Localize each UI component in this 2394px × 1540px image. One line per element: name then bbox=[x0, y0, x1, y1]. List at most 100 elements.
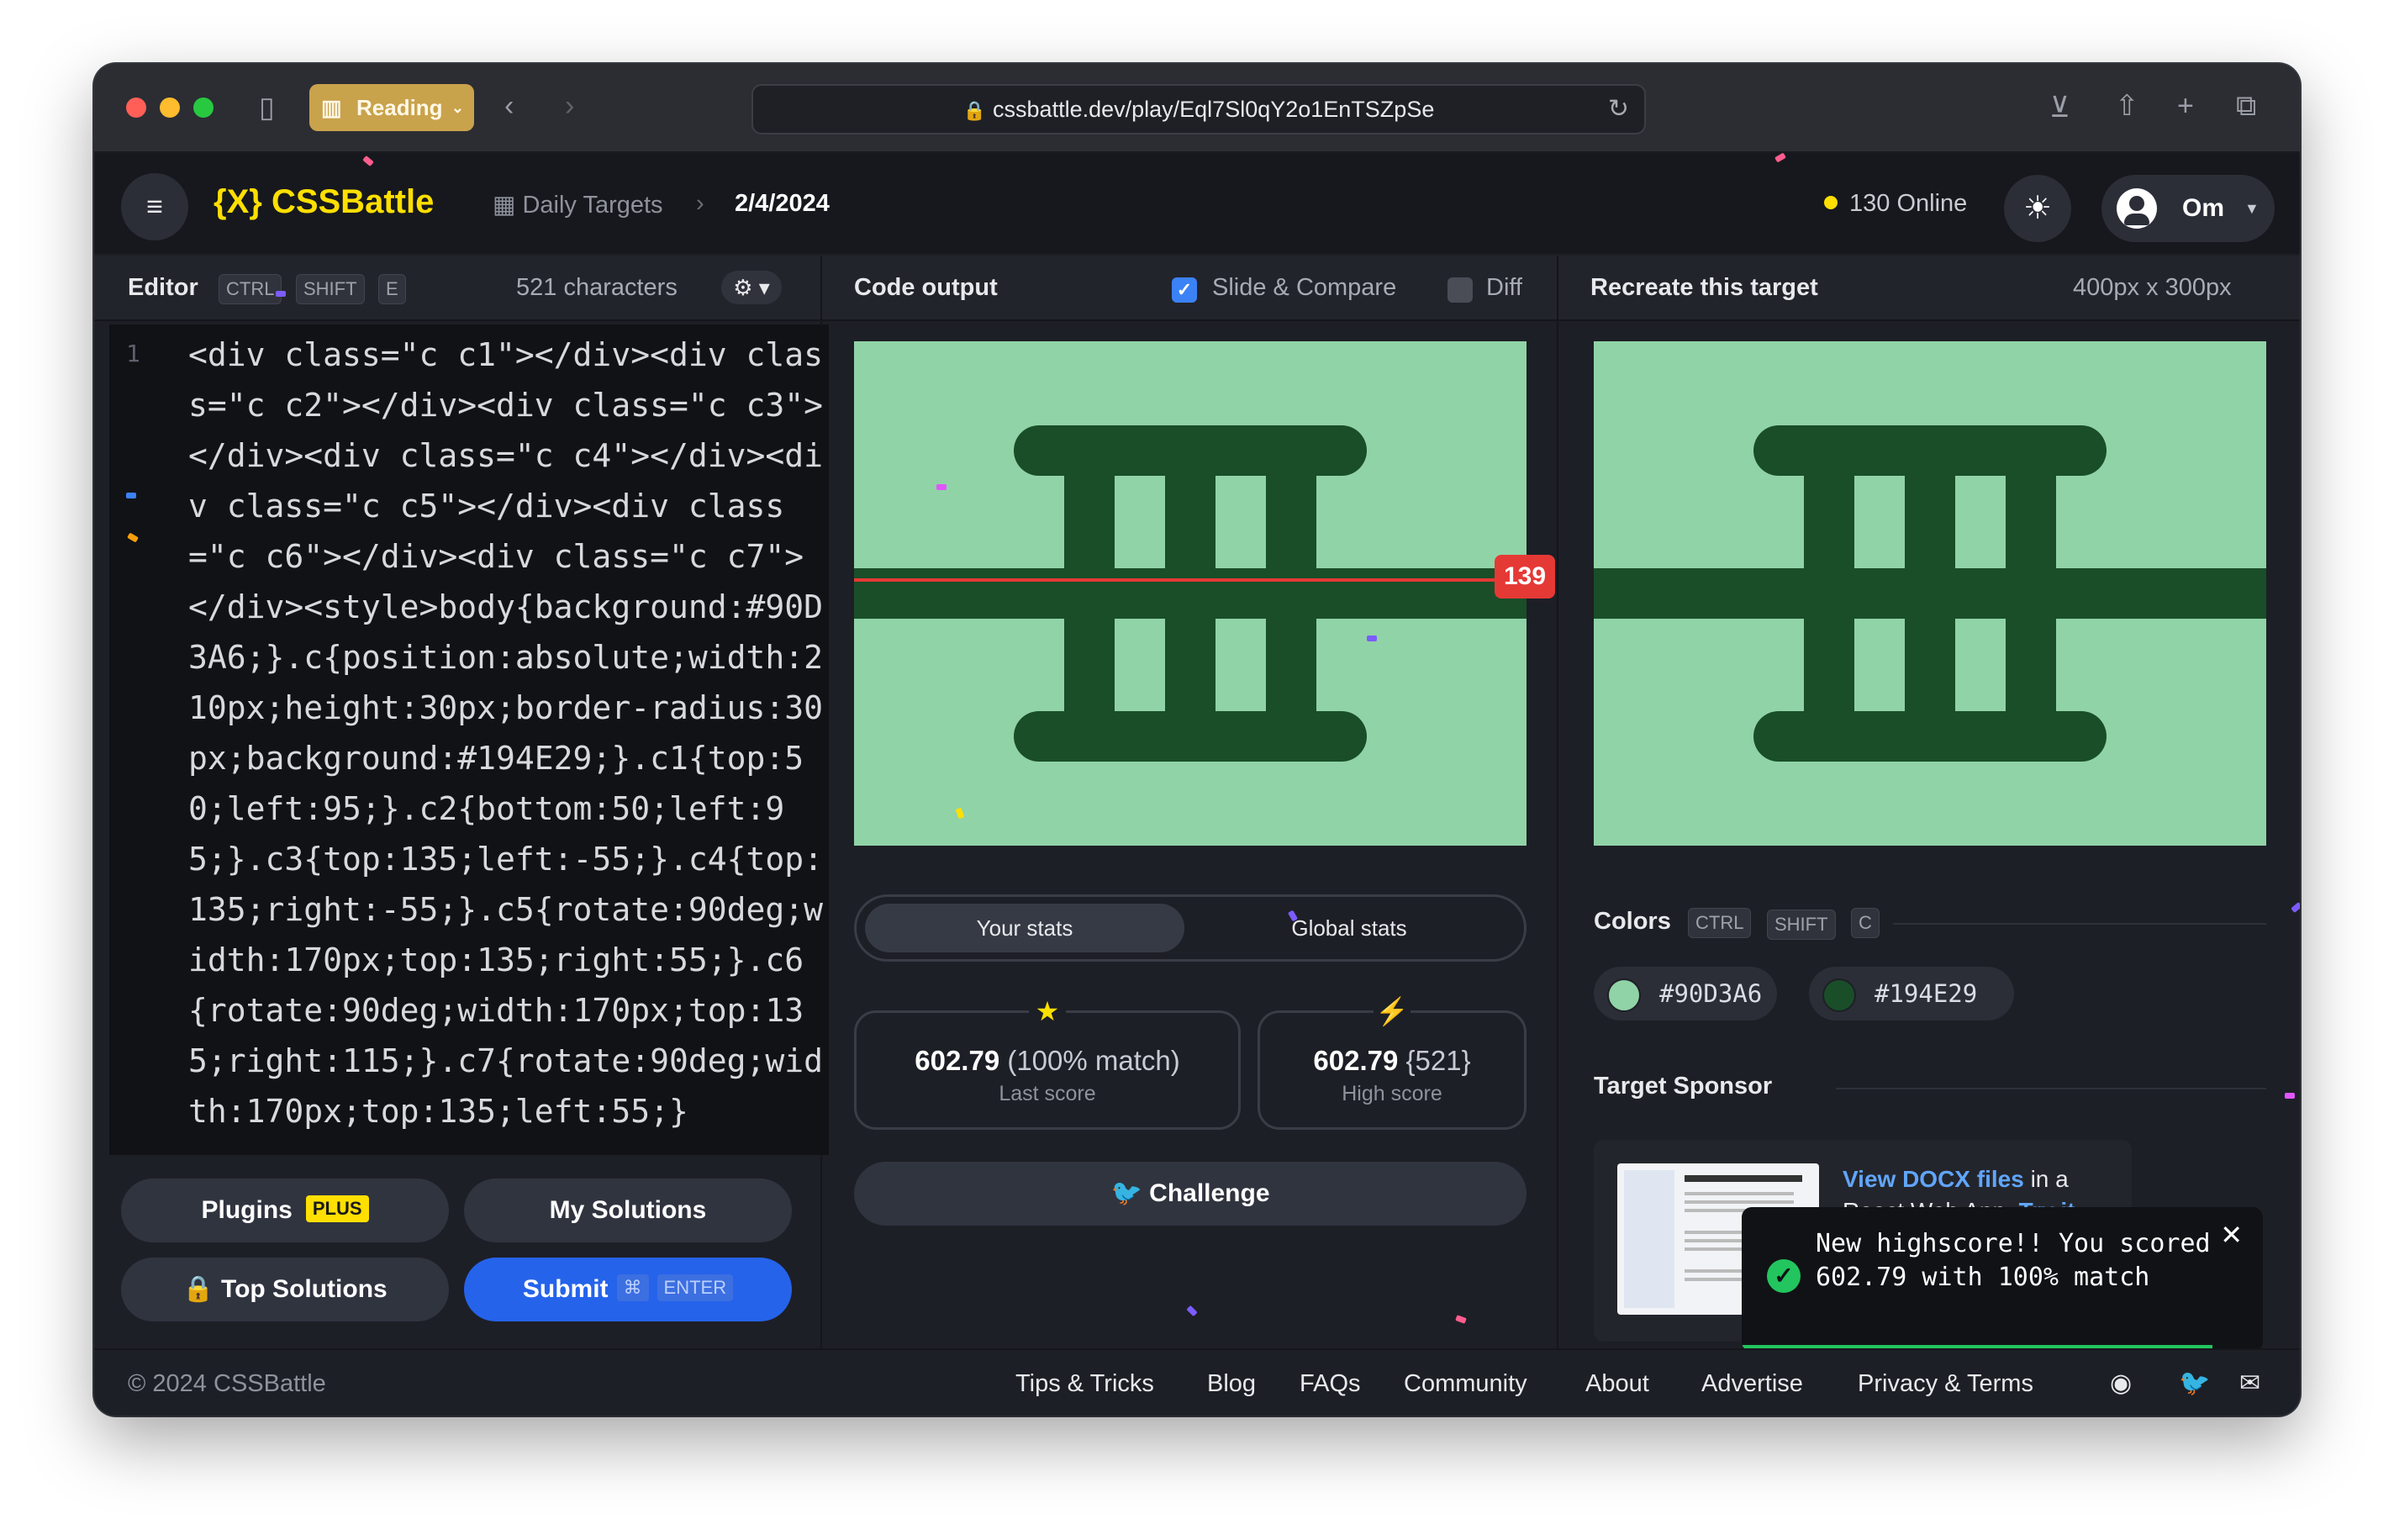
discord-icon[interactable]: ◉ bbox=[2110, 1369, 2132, 1398]
highscore-toast: ✓ New highscore!! You scored 602.79 with… bbox=[1742, 1207, 2263, 1352]
breadcrumb-daily-label: Daily Targets bbox=[522, 192, 663, 219]
code-output-canvas[interactable] bbox=[854, 341, 1527, 846]
submit-button[interactable]: Submit ⌘ ENTER bbox=[464, 1258, 792, 1321]
command-key: ⌘ bbox=[616, 1274, 649, 1301]
thumbnail-heading bbox=[1685, 1175, 1802, 1182]
sponsor-link[interactable]: View DOCX files bbox=[1843, 1166, 2024, 1192]
reload-icon[interactable]: ↻ bbox=[1608, 86, 1629, 133]
slide-compare-checkbox[interactable]: ✓ bbox=[1172, 277, 1197, 303]
challenge-label: Challenge bbox=[1149, 1179, 1270, 1207]
new-tab-icon[interactable]: + bbox=[2177, 89, 2194, 123]
caret-down-icon: ▼ bbox=[2244, 200, 2260, 217]
reading-list-button[interactable]: ▥ Reading ⌄ bbox=[309, 84, 474, 131]
divider bbox=[1893, 923, 2266, 925]
high-score-label: High score bbox=[1342, 1082, 1442, 1105]
plugins-label: Plugins bbox=[201, 1196, 293, 1224]
browser-window: ▯ ▥ Reading ⌄ ‹ › 🔒 cssbattle.dev/play/Eq… bbox=[94, 64, 2300, 1416]
mail-icon[interactable]: ✉ bbox=[2239, 1369, 2260, 1398]
footer-link-privacy[interactable]: Privacy & Terms bbox=[1858, 1370, 2033, 1398]
close-window-button[interactable] bbox=[126, 98, 146, 118]
center-pillar bbox=[1165, 467, 1215, 720]
footer-link-blog[interactable]: Blog bbox=[1207, 1370, 1256, 1398]
footer-link-faqs[interactable]: FAQs bbox=[1300, 1370, 1361, 1398]
character-count: 521 characters bbox=[516, 274, 678, 301]
lock-icon: 🔒 bbox=[182, 1275, 214, 1303]
breadcrumb-daily-targets[interactable]: ▦ Daily Targets bbox=[493, 190, 663, 219]
download-icon[interactable]: ⊻ bbox=[2049, 91, 2070, 124]
tab-your-stats[interactable]: Your stats bbox=[865, 904, 1184, 952]
close-icon[interactable]: ✕ bbox=[2220, 1219, 2243, 1251]
high-score-value: 602.79 bbox=[1313, 1045, 1399, 1076]
color-chip[interactable]: #194E29 bbox=[1809, 967, 2014, 1021]
sidebar-icon[interactable]: ▯ bbox=[259, 91, 275, 124]
breadcrumb-separator: › bbox=[696, 190, 704, 217]
last-score-label: Last score bbox=[999, 1082, 1096, 1105]
plus-badge: PLUS bbox=[305, 1195, 369, 1222]
breadcrumb-date: 2/4/2024 bbox=[735, 190, 830, 217]
footer-link-advertise[interactable]: Advertise bbox=[1701, 1370, 1803, 1398]
gear-icon: ⚙ ▾ bbox=[733, 275, 770, 300]
footer-link-tips[interactable]: Tips & Tricks bbox=[1015, 1370, 1154, 1398]
confetti-piece bbox=[2291, 901, 2300, 914]
address-bar[interactable]: 🔒 cssbattle.dev/play/Eql7Sl0qY2o1EnTSZpSe… bbox=[751, 84, 1646, 134]
theme-toggle-button[interactable]: ☀ bbox=[2004, 175, 2071, 242]
diff-label[interactable]: Diff bbox=[1486, 274, 1522, 302]
tab-global-stats[interactable]: Global stats bbox=[1189, 904, 1509, 952]
confetti-piece bbox=[936, 484, 947, 490]
site-footer: © 2024 CSSBattle Tips & Tricks Blog FAQs… bbox=[94, 1348, 2300, 1416]
footer-link-community[interactable]: Community bbox=[1404, 1370, 1527, 1398]
shortcut-key: C bbox=[1851, 908, 1880, 938]
minimize-window-button[interactable] bbox=[160, 98, 180, 118]
last-score-card: ★ 602.79 (100% match) Last score bbox=[854, 996, 1241, 1130]
high-score-chars: {521} bbox=[1405, 1045, 1471, 1076]
slide-compare-label[interactable]: Slide & Compare bbox=[1212, 274, 1396, 302]
logo[interactable]: {X} CSSBattle bbox=[214, 183, 434, 221]
confetti-piece bbox=[1455, 1315, 1467, 1324]
challenge-button[interactable]: 🐦 Challenge bbox=[854, 1162, 1527, 1226]
forward-icon[interactable]: › bbox=[565, 89, 574, 123]
reading-icon: ▥ bbox=[321, 95, 342, 120]
plugins-button[interactable]: Plugins PLUS bbox=[121, 1179, 449, 1242]
share-icon[interactable]: ⇧ bbox=[2115, 89, 2139, 123]
target-image bbox=[1594, 341, 2266, 846]
back-icon[interactable]: ‹ bbox=[504, 89, 514, 123]
online-dot-icon bbox=[1824, 196, 1838, 209]
colors-title: Colors bbox=[1594, 908, 1671, 935]
last-score-value: 602.79 bbox=[915, 1045, 1000, 1076]
star-icon: ★ bbox=[1029, 996, 1066, 1026]
code-text[interactable]: <div class="c c1"></div><div class="c c2… bbox=[188, 330, 827, 1137]
compare-slider-handle[interactable]: 139 bbox=[1495, 555, 1555, 599]
twitter-icon: 🐦 bbox=[1110, 1179, 1142, 1207]
online-indicator: 130 Online bbox=[1824, 190, 1967, 218]
logo-text: CSSBattle bbox=[271, 183, 435, 220]
maximize-window-button[interactable] bbox=[193, 98, 214, 118]
panel-divider bbox=[1557, 256, 1558, 1348]
color-chip[interactable]: #90D3A6 bbox=[1594, 967, 1777, 1021]
hamburger-menu-button[interactable]: ≡ bbox=[121, 173, 188, 240]
toast-message: New highscore!! You scored 602.79 with 1… bbox=[1816, 1229, 2211, 1292]
online-count: 130 Online bbox=[1849, 190, 1968, 217]
my-solutions-button[interactable]: My Solutions bbox=[464, 1179, 792, 1242]
lock-icon: 🔒 bbox=[962, 100, 987, 121]
target-title: Recreate this target bbox=[1590, 274, 1818, 301]
enter-key: ENTER bbox=[657, 1274, 734, 1301]
site-header: ≡ {X} CSSBattle ▦ Daily Targets › 2/4/20… bbox=[94, 153, 2300, 254]
diff-checkbox[interactable] bbox=[1447, 277, 1473, 303]
user-menu-button[interactable]: Om ▼ bbox=[2101, 175, 2275, 242]
top-solutions-button[interactable]: 🔒 Top Solutions bbox=[121, 1258, 449, 1321]
thumbnail-sidebar bbox=[1624, 1170, 1674, 1308]
last-score-match: (100% match) bbox=[1007, 1045, 1180, 1076]
avatar bbox=[2117, 188, 2157, 229]
thumbnail-line bbox=[1685, 1200, 1794, 1204]
footer-link-about[interactable]: About bbox=[1585, 1370, 1649, 1398]
tabs-overview-icon[interactable]: ⧉ bbox=[2236, 89, 2256, 123]
high-score-card: ⚡ 602.79 {521} High score bbox=[1258, 996, 1527, 1130]
right-pillar bbox=[1266, 467, 1316, 720]
shortcut-key: E bbox=[378, 274, 406, 304]
color-swatch bbox=[1822, 978, 1856, 1012]
twitter-icon[interactable]: 🐦 bbox=[2179, 1369, 2210, 1398]
code-editor[interactable]: 1 <div class="c c1"></div><div class="c … bbox=[109, 324, 829, 1155]
compare-slider-line[interactable] bbox=[854, 578, 1527, 582]
editor-settings-button[interactable]: ⚙ ▾ bbox=[721, 271, 782, 304]
right-pillar bbox=[2006, 467, 2056, 720]
